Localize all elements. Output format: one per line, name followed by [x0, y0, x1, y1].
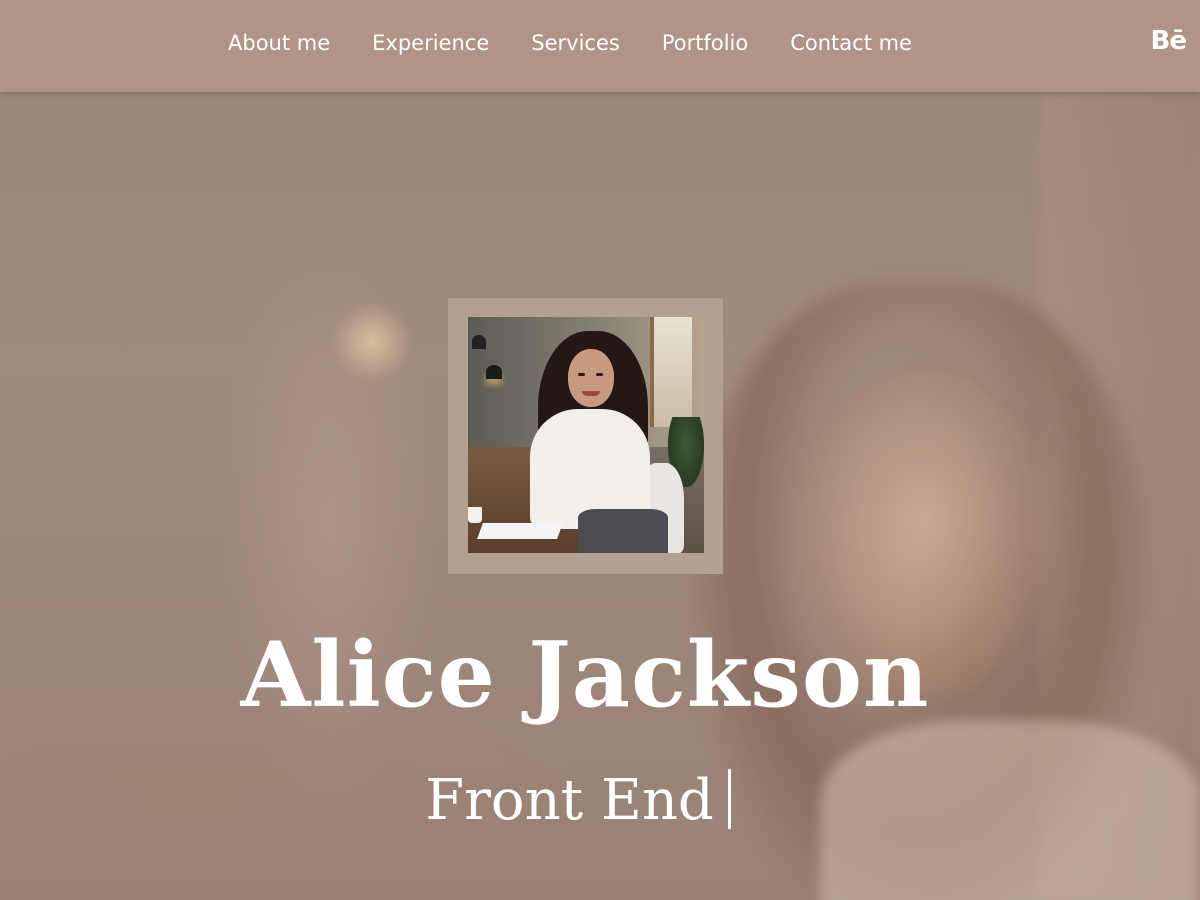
photo-window [650, 317, 692, 427]
top-navbar: About me Experience Services Portfolio C… [0, 0, 1200, 92]
text-cursor-icon [727, 769, 731, 829]
photo-lamp [472, 335, 486, 349]
nav-link-services[interactable]: Services [531, 31, 620, 55]
photo-cup [468, 507, 482, 523]
nav-link-experience[interactable]: Experience [372, 31, 489, 55]
profile-photo [468, 317, 704, 553]
photo-mouth [582, 391, 600, 396]
nav-link-contact-me[interactable]: Contact me [790, 31, 912, 55]
nav-link-about-me[interactable]: About me [228, 31, 330, 55]
nav-link-portfolio[interactable]: Portfolio [662, 31, 748, 55]
photo-eye [596, 373, 603, 376]
behance-icon[interactable]: Bē [1151, 26, 1187, 56]
photo-paper [477, 523, 563, 539]
photo-pants [578, 509, 668, 553]
photo-lamp [486, 365, 502, 379]
nav-links: About me Experience Services Portfolio C… [228, 0, 954, 86]
portrait-frame [448, 298, 723, 574]
photo-face [568, 349, 614, 407]
hero-role: Front End [425, 768, 714, 833]
hero-name: Alice Jackson [240, 622, 930, 728]
photo-eye [578, 373, 585, 376]
hero-role-line: Front End [0, 768, 1156, 833]
